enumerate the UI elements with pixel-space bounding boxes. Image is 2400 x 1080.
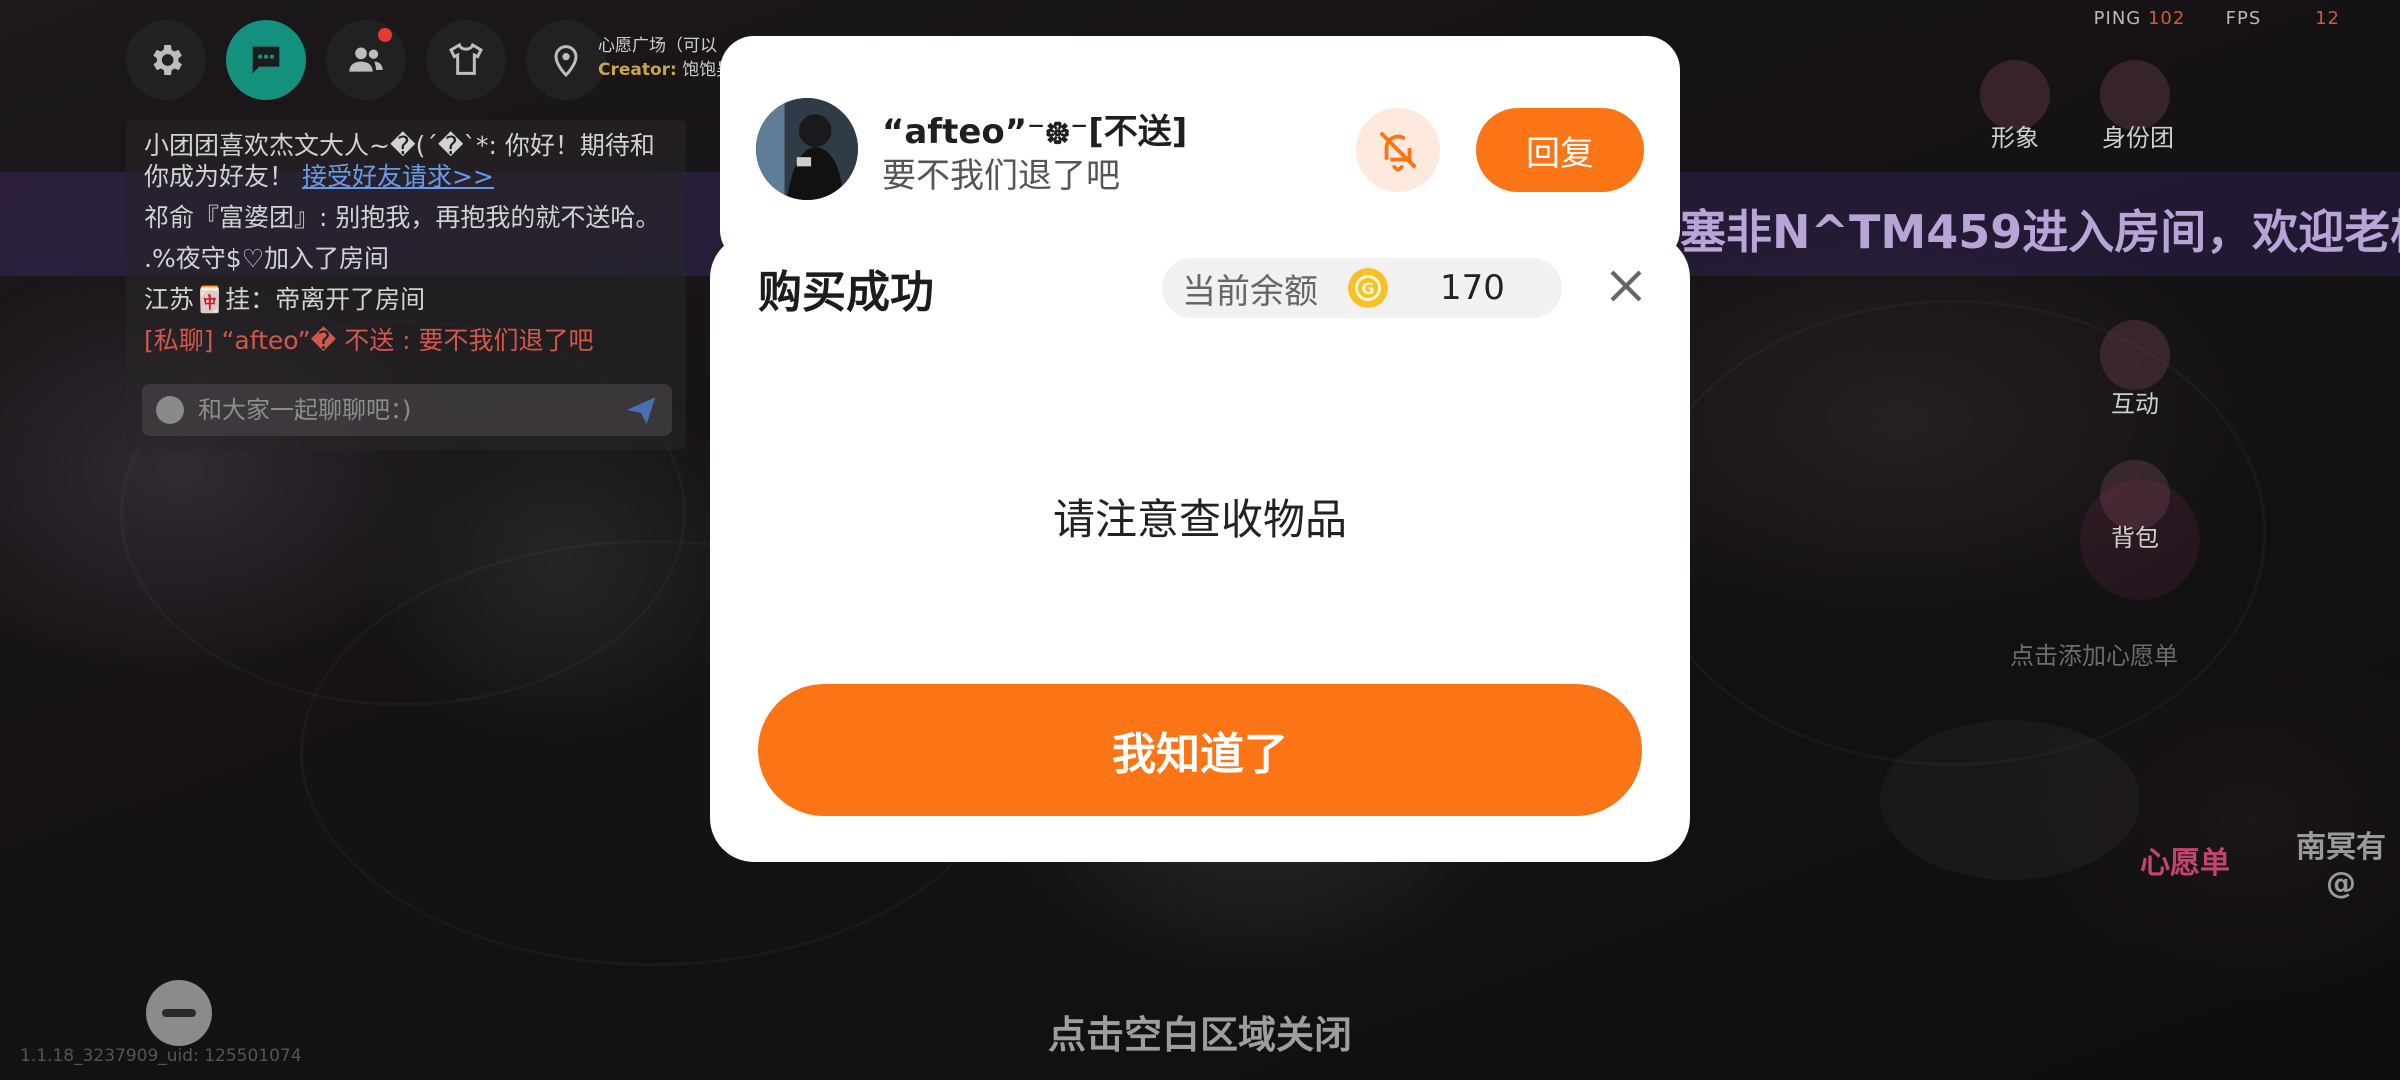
dialog-message: 请注意查收物品 bbox=[1052, 495, 1347, 544]
balance-label: 当前余额 bbox=[1182, 271, 1318, 312]
private-chat-line[interactable]: [私聊] “afteo”� 不送 : 要不我们退了吧 bbox=[144, 325, 594, 356]
purchase-success-dialog: 购买成功 当前余额 G 170 请注意查收物品 我知道了 bbox=[710, 234, 1690, 862]
close-hint: 点击空白区域关闭 bbox=[1047, 1013, 1352, 1057]
bell-off-icon bbox=[1379, 131, 1417, 172]
chat-input-bar bbox=[142, 384, 672, 436]
venue-creator-label: Creator: bbox=[598, 60, 677, 80]
chat-line: 江苏🀄挂：帝离开了房间 bbox=[144, 285, 426, 314]
chat-icon bbox=[252, 46, 280, 74]
map-pin-icon bbox=[554, 45, 578, 78]
outfit-label[interactable]: 形象 bbox=[1970, 118, 2060, 153]
close-icon bbox=[1610, 270, 1642, 302]
wish-hint: 点击添加心愿单 bbox=[2010, 642, 2178, 670]
friends-button[interactable] bbox=[326, 20, 406, 100]
wishlist-label[interactable]: 心愿单 bbox=[2140, 838, 2230, 882]
fps-value: 12 bbox=[2315, 8, 2340, 29]
system-announcement: 塞非N^TM459进入房间，欢迎老板 bbox=[1680, 205, 2400, 259]
reply-button[interactable]: 回复 bbox=[1476, 108, 1644, 192]
send-icon[interactable] bbox=[624, 393, 658, 427]
wardrobe-button[interactable] bbox=[426, 20, 506, 100]
gear-icon bbox=[153, 45, 182, 75]
venue-info: 心愿广场（可以 Creator: 饱饱吴 bbox=[598, 34, 733, 82]
interact-label[interactable]: 互动 bbox=[2100, 384, 2170, 419]
close-dialog-button[interactable] bbox=[1596, 256, 1656, 316]
ping-value: 102 bbox=[2147, 8, 2186, 29]
emoji-icon[interactable] bbox=[156, 396, 184, 424]
location-button[interactable] bbox=[526, 20, 606, 100]
venue-title: 心愿广场（可以 bbox=[598, 36, 717, 56]
balance-value: 170 bbox=[1440, 268, 1505, 308]
people-icon bbox=[349, 47, 383, 72]
accept-friend-link[interactable]: 接受好友请求>> bbox=[302, 162, 494, 191]
message-preview: 要不我们退了吧 bbox=[882, 156, 1120, 196]
chat-input[interactable] bbox=[196, 395, 624, 425]
avatar bbox=[756, 98, 858, 200]
settings-button[interactable] bbox=[126, 20, 206, 100]
chat-line-text: 你成为好友！ bbox=[144, 162, 295, 191]
ping-label: PING bbox=[2093, 8, 2142, 29]
chat-toggle-button[interactable] bbox=[226, 20, 306, 100]
interact-icon[interactable] bbox=[2100, 320, 2170, 390]
chat-line: .%夜守$♡加入了房间 bbox=[144, 244, 390, 273]
chat-line: 小团团喜欢杰文大人~�(´�`*: 你好！期待和 bbox=[144, 131, 655, 160]
dialog-title: 购买成功 bbox=[758, 267, 934, 318]
message-notification-card[interactable]: “afteo”⁻᪥⁻[不送] 要不我们退了吧 回复 bbox=[720, 36, 1680, 264]
fps-label: FPS bbox=[2225, 8, 2262, 29]
bag-label[interactable]: 背包 bbox=[2100, 518, 2170, 553]
player-name-tag: 南冥有 @ bbox=[2296, 830, 2386, 901]
shirt-icon bbox=[449, 42, 483, 75]
mute-button[interactable] bbox=[1356, 108, 1440, 192]
chat-line: 你成为好友！ 接受好友请求>> bbox=[144, 161, 494, 192]
balance-pill: 当前余额 G 170 bbox=[1162, 258, 1562, 318]
coin-icon: G bbox=[1348, 268, 1388, 308]
chat-panel: 小团团喜欢杰文大人~�(´�`*: 你好！期待和 你成为好友！ 接受好友请求>>… bbox=[126, 120, 686, 450]
confirm-button[interactable]: 我知道了 bbox=[758, 684, 1642, 816]
chat-line: 祁俞『富婆团』: 别抱我，再抱我的就不送哈。 bbox=[144, 203, 661, 232]
identity-label[interactable]: 身份团 bbox=[2090, 118, 2186, 153]
ping-fps-indicator: PING 102 FPS 12 bbox=[2094, 8, 2340, 29]
notification-dot bbox=[378, 28, 392, 42]
